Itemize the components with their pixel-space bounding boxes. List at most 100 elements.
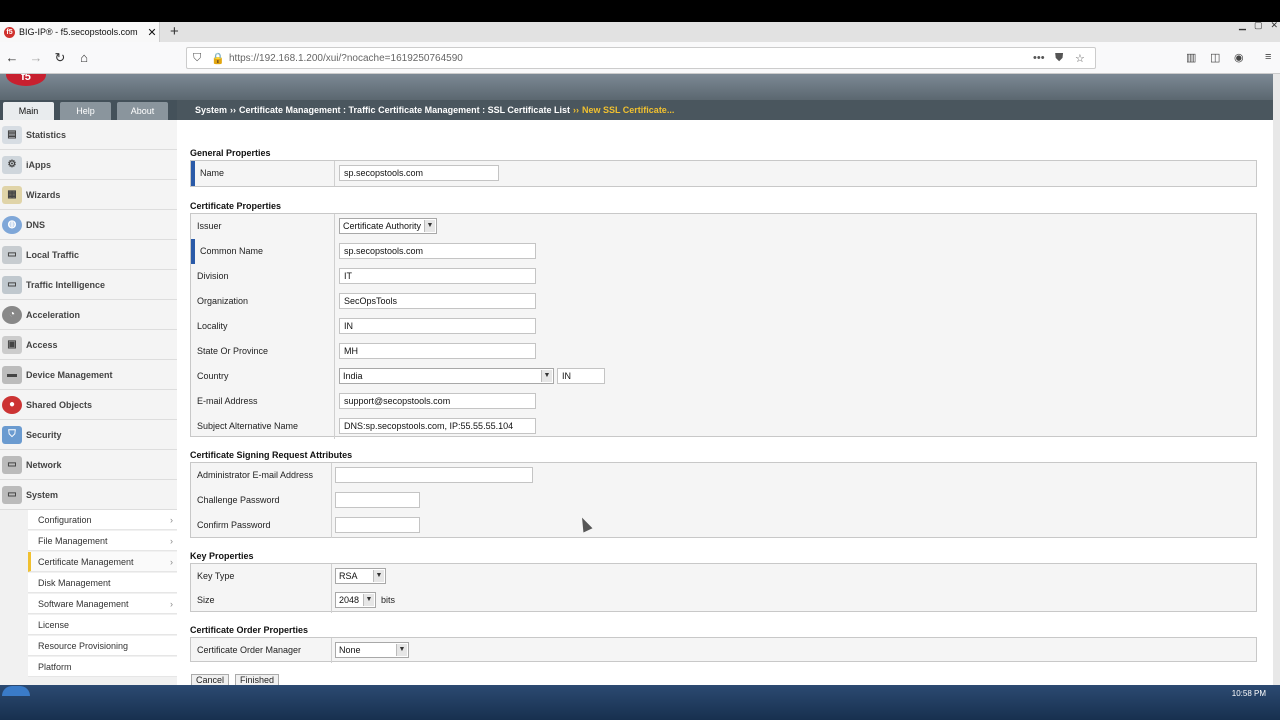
- page-scrollbar[interactable]: [1273, 74, 1280, 685]
- locality-input[interactable]: IN: [339, 318, 536, 334]
- sidebar-item-label: iApps: [26, 159, 52, 170]
- url-host: https://192.168.1.200: [229, 53, 323, 64]
- browser-tabstrip: f5 BIG-IP® - f5.secopstools.com ✕ + ▁ ▢ …: [0, 20, 1280, 42]
- sidebar-item-security[interactable]: ⛉ Security: [0, 420, 177, 450]
- sidebar-item-acceleration[interactable]: ◔ Acceleration: [0, 300, 177, 330]
- start-button[interactable]: [2, 686, 30, 696]
- submenu-certificate-management[interactable]: Certificate Management ›: [28, 552, 177, 572]
- organization-input[interactable]: SecOpsTools: [339, 293, 536, 309]
- division-input[interactable]: IT: [339, 268, 536, 284]
- more-actions-icon[interactable]: •••: [1033, 52, 1045, 64]
- sidebar-item-device-management[interactable]: ▬ Device Management: [0, 360, 177, 390]
- email-label: E-mail Address: [191, 389, 335, 414]
- locality-label: Locality: [191, 314, 335, 339]
- common-name-input[interactable]: sp.secopstools.com: [339, 243, 536, 259]
- tab-help[interactable]: Help: [60, 102, 111, 120]
- breadcrumb-system[interactable]: System: [195, 105, 227, 115]
- key-type-select[interactable]: RSA ▼: [335, 568, 386, 584]
- sidebar-item-dns[interactable]: ◍ DNS: [0, 210, 177, 240]
- chevron-down-icon: ▼: [424, 220, 435, 232]
- sidebar-item-statistics[interactable]: ▤ Statistics: [0, 120, 177, 150]
- home-icon[interactable]: ⌂: [75, 50, 93, 66]
- tab-about[interactable]: About: [117, 102, 168, 120]
- chevron-down-icon: ▼: [541, 370, 552, 382]
- forward-icon[interactable]: →: [27, 50, 45, 66]
- issuer-select[interactable]: Certificate Authority ▼: [339, 218, 437, 234]
- library-icon[interactable]: ▥: [1186, 51, 1196, 64]
- shield-icon: ⛉: [2, 425, 22, 444]
- tab-main[interactable]: Main: [3, 102, 54, 120]
- access-icon: ▣: [2, 335, 22, 354]
- chevron-right-icon: ›: [170, 535, 173, 546]
- browser-tab[interactable]: f5 BIG-IP® - f5.secopstools.com ✕: [0, 22, 160, 42]
- challenge-password-input[interactable]: [335, 492, 420, 508]
- confirm-password-input[interactable]: [335, 517, 420, 533]
- url-bar[interactable]: ⛉ 🔒 https://192.168.1.200/xui/?nocache=1…: [186, 47, 1096, 69]
- bookmark-star-icon[interactable]: ☆: [1075, 52, 1085, 65]
- submenu-configuration[interactable]: Configuration ›: [28, 510, 177, 530]
- close-window-icon[interactable]: ✕: [1270, 20, 1278, 31]
- submenu-software-management[interactable]: Software Management ›: [28, 594, 177, 614]
- sidebar-item-label: Acceleration: [26, 309, 81, 320]
- sidebar-item-wizards[interactable]: ▦ Wizards: [0, 180, 177, 210]
- reload-icon[interactable]: ↻: [51, 50, 69, 66]
- submenu-resource-provisioning[interactable]: Resource Provisioning: [28, 636, 177, 656]
- sidebar-item-network[interactable]: ▭ Network: [0, 450, 177, 480]
- sidebar-item-iapps[interactable]: ⚙ iApps: [0, 150, 177, 180]
- admin-email-input[interactable]: [335, 467, 533, 483]
- account-icon[interactable]: ◉: [1234, 51, 1244, 64]
- sidebar-item-local-traffic[interactable]: ▭ Local Traffic: [0, 240, 177, 270]
- section-cert-title: Certificate Properties: [190, 201, 282, 211]
- admin-email-label: Administrator E-mail Address: [191, 463, 332, 488]
- country-label: Country: [191, 364, 335, 389]
- breadcrumb-separator: ››: [230, 105, 237, 115]
- key-type-value: RSA: [339, 571, 358, 581]
- submenu-platform[interactable]: Platform: [28, 657, 177, 677]
- sidebar-item-traffic-intelligence[interactable]: ▭ Traffic Intelligence: [0, 270, 177, 300]
- sidebar-toggle-icon[interactable]: ◫: [1210, 51, 1220, 64]
- f5-logo: f5: [6, 74, 46, 86]
- taskbar-clock: 10:58 PM: [1231, 689, 1266, 698]
- sidebar-item-system[interactable]: ▭ System: [0, 480, 177, 510]
- submenu-license[interactable]: License: [28, 615, 177, 635]
- submenu-label: Certificate Management: [38, 556, 134, 567]
- close-tab-icon[interactable]: ✕: [145, 26, 159, 39]
- name-label: Name: [191, 161, 335, 186]
- cancel-button[interactable]: Cancel: [191, 674, 230, 685]
- country-select[interactable]: India ▼: [339, 368, 554, 384]
- email-input[interactable]: support@secopstools.com: [339, 393, 536, 409]
- maximize-icon[interactable]: ▢: [1254, 20, 1263, 31]
- sidebar-item-label: Network: [26, 459, 62, 470]
- name-input[interactable]: sp.secopstools.com: [339, 165, 499, 181]
- country-code-input[interactable]: IN: [557, 368, 605, 384]
- sidebar-item-access[interactable]: ▣ Access: [0, 330, 177, 360]
- globe-icon: ◍: [2, 215, 22, 234]
- breadcrumb: System ›› Certificate Management : Traffic…: [177, 100, 1273, 120]
- breadcrumb-cert-list[interactable]: Certificate Management : Traffic Certifi…: [239, 105, 570, 115]
- order-manager-select[interactable]: None ▼: [335, 642, 409, 658]
- breadcrumb-separator-2: ››: [572, 105, 579, 115]
- system-icon: ▭: [2, 485, 22, 504]
- division-label: Division: [191, 264, 335, 289]
- size-select[interactable]: 2048 ▼: [335, 592, 376, 608]
- back-icon[interactable]: ←: [3, 50, 21, 66]
- main-content: General Properties Name sp.secopstools.c…: [177, 120, 1273, 685]
- finished-button[interactable]: Finished: [235, 674, 280, 685]
- sidebar-item-label: Wizards: [26, 189, 61, 200]
- sidebar-item-label: Device Management: [26, 369, 113, 380]
- submenu-label: Configuration: [38, 514, 92, 525]
- submenu-file-management[interactable]: File Management ›: [28, 531, 177, 551]
- new-tab-button[interactable]: +: [170, 23, 179, 40]
- san-input[interactable]: DNS:sp.secopstools.com, IP:55.55.55.104: [339, 418, 536, 434]
- menu-icon[interactable]: ≡: [1265, 51, 1271, 63]
- general-properties-table: Name sp.secopstools.com: [190, 160, 1257, 187]
- submenu-label: License: [38, 619, 70, 630]
- minimize-icon[interactable]: ▁: [1239, 20, 1246, 31]
- state-input[interactable]: MH: [339, 343, 536, 359]
- pocket-icon[interactable]: ⛊: [1055, 52, 1063, 65]
- key-properties-table: Key Type RSA ▼ Size 2048 ▼ bits: [190, 563, 1257, 613]
- sidebar-item-shared-objects[interactable]: ● Shared Objects: [0, 390, 177, 420]
- submenu-disk-management[interactable]: Disk Management: [28, 573, 177, 593]
- shield-icon[interactable]: ⛉: [193, 52, 201, 65]
- lock-icon[interactable]: 🔒: [211, 52, 225, 65]
